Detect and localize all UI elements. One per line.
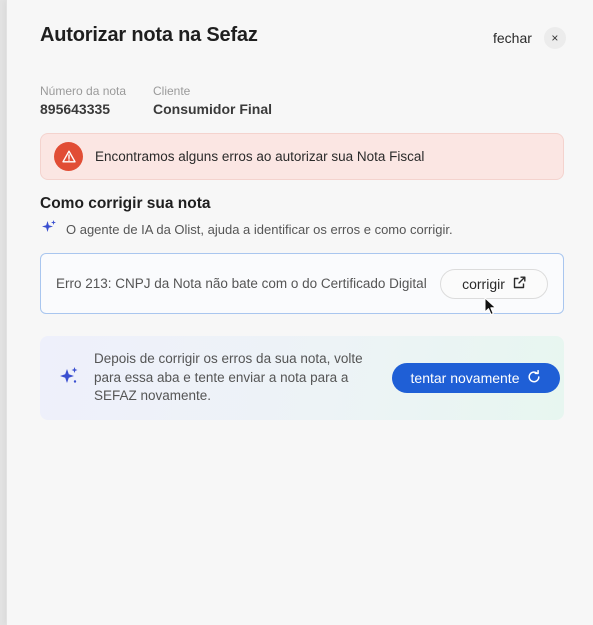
fix-error-button[interactable]: corrigir: [440, 268, 548, 299]
client-label: Cliente: [153, 84, 191, 98]
drawer-title: Autorizar nota na Sefaz: [40, 24, 258, 46]
sparkles-icon: [41, 219, 57, 240]
ai-note: O agente de IA da Olist, ajuda a identif…: [41, 219, 453, 240]
invoice-number-value: 895643335: [40, 101, 111, 117]
close-button[interactable]: fechar ×: [493, 27, 566, 49]
invoice-number-label: Número da nota: [40, 84, 127, 98]
fix-button-label: corrigir: [462, 275, 505, 292]
close-icon[interactable]: ×: [543, 27, 566, 49]
fix-section-title: Como corrigir sua nota: [40, 195, 211, 212]
alert-message: Encontramos alguns erros ao autorizar su…: [95, 149, 425, 164]
invoice-number: Número da nota 895643335: [40, 84, 126, 117]
retry-button-label: tentar novamente: [410, 370, 520, 386]
error-alert-banner: Encontramos alguns erros ao autorizar su…: [40, 133, 564, 180]
authorize-drawer: Autorizar nota na Sefaz fechar × Número …: [6, 0, 593, 625]
mouse-cursor-icon: [484, 297, 497, 321]
retry-button[interactable]: tentar novamente: [392, 363, 560, 393]
sparkles-icon: [58, 365, 80, 392]
ai-note-text: O agente de IA da Olist, ajuda a identif…: [66, 222, 453, 237]
close-label: fechar: [493, 30, 532, 46]
external-link-icon: [513, 276, 526, 292]
retry-info-box: Depois de corrigir os erros da sua nota,…: [40, 336, 564, 420]
refresh-icon: [527, 369, 541, 387]
warning-triangle-icon: [54, 142, 83, 171]
client-value: Consumidor Final: [153, 101, 272, 117]
retry-instructions: Depois de corrigir os erros da sua nota,…: [94, 351, 363, 404]
invoice-client: Cliente Consumidor Final: [153, 84, 272, 117]
error-item-text: Erro 213: CNPJ da Nota não bate com o do…: [56, 276, 427, 291]
